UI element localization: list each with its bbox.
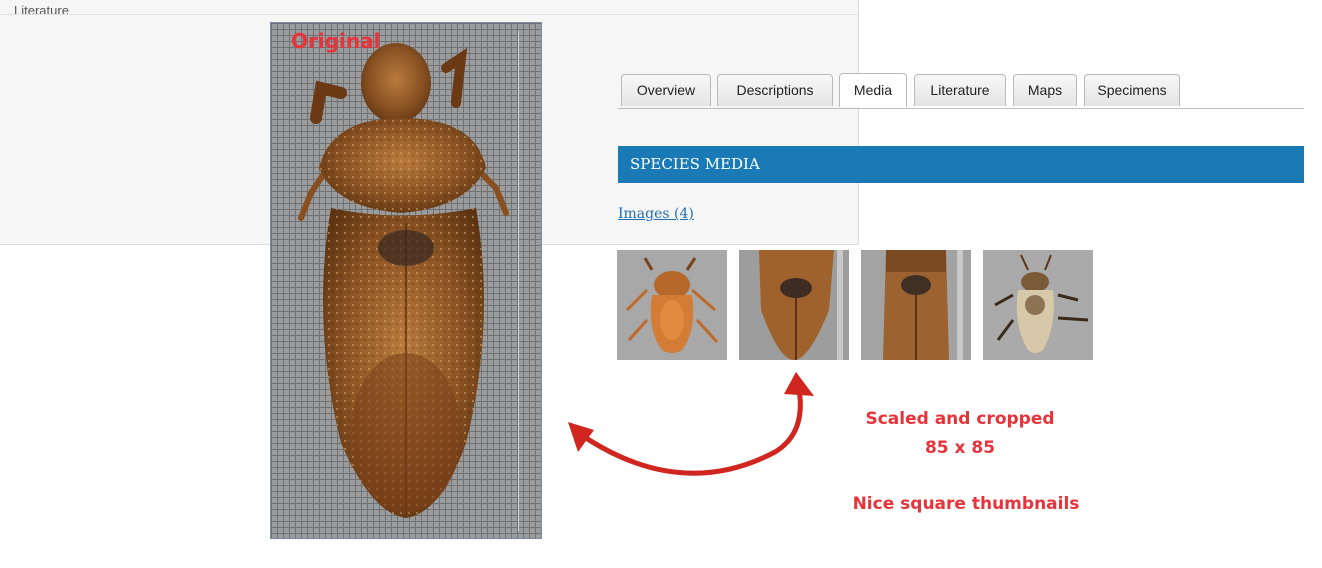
tab-literature[interactable]: Literature <box>914 74 1006 106</box>
curved-arrow-icon <box>568 372 814 476</box>
species-media-header: SPECIES MEDIA <box>618 146 1304 183</box>
original-label: Original <box>291 29 381 53</box>
thumbnail-1[interactable] <box>617 250 727 360</box>
thumbnail-2[interactable] <box>739 250 849 360</box>
annotation-square-thumbnails: Nice square thumbnails <box>852 494 1080 514</box>
original-specimen-image: Original <box>270 22 542 539</box>
tab-descriptions[interactable]: Descriptions <box>717 74 833 106</box>
tab-bar: Overview Descriptions Media Literature M… <box>618 73 1304 109</box>
background-panel-label: Literature <box>14 3 69 18</box>
images-link[interactable]: Images (4) <box>618 206 694 222</box>
annotation-size: 85 x 85 <box>924 438 996 458</box>
thumbnail-3[interactable] <box>861 250 971 360</box>
scale-ruler <box>518 31 533 531</box>
annotation-scaled-cropped: Scaled and cropped <box>865 409 1055 429</box>
specimen-illustration <box>298 43 509 518</box>
tab-media[interactable]: Media <box>839 73 907 107</box>
background-panel-divider <box>0 14 858 15</box>
tab-overview[interactable]: Overview <box>621 74 711 106</box>
thumbnail-4[interactable] <box>983 250 1093 360</box>
tab-specimens[interactable]: Specimens <box>1084 74 1180 106</box>
tab-maps[interactable]: Maps <box>1013 74 1077 106</box>
